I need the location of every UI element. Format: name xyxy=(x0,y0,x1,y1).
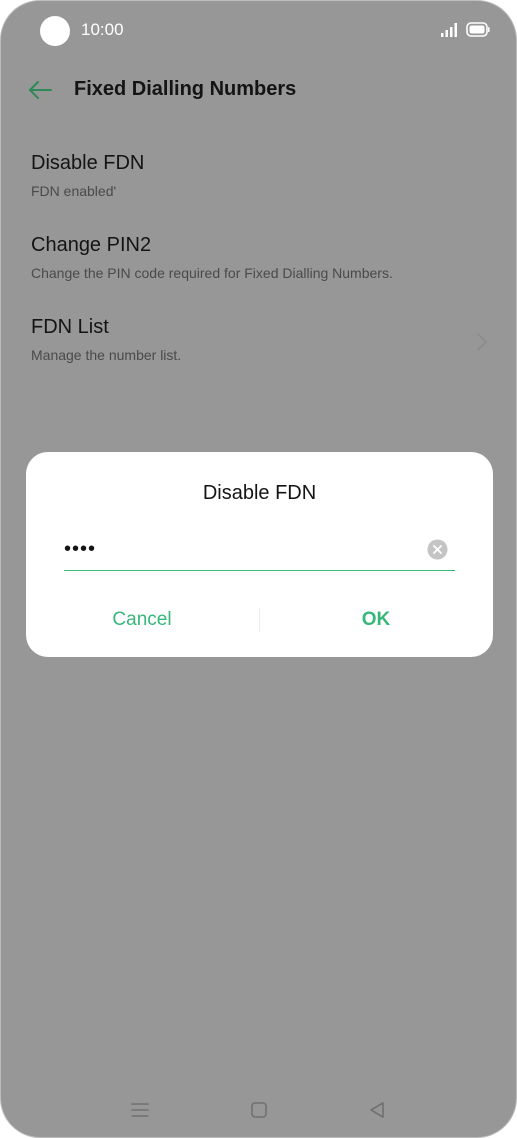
pin2-input[interactable] xyxy=(64,534,414,564)
menu-icon[interactable] xyxy=(129,1101,151,1119)
item-sublabel: FDN enabled' xyxy=(31,183,117,199)
cancel-button[interactable]: Cancel xyxy=(72,609,212,631)
phone-screen: 10:00 Fixed Dialling Numbers Disable FDN… xyxy=(0,0,517,1138)
signal-icon xyxy=(441,23,457,37)
input-underline xyxy=(64,570,455,571)
item-label: Disable FDN xyxy=(31,152,145,174)
clear-icon[interactable] xyxy=(427,539,448,560)
status-bar: 10:00 xyxy=(1,1,516,59)
back-icon[interactable] xyxy=(367,1100,387,1120)
navigation-bar xyxy=(1,1095,516,1127)
page-title: Fixed Dialling Numbers xyxy=(74,78,297,100)
button-divider xyxy=(259,608,260,632)
camera-cutout xyxy=(40,16,70,46)
status-time: 10:00 xyxy=(81,20,124,39)
disable-fdn-dialog: Disable FDN Cancel OK xyxy=(26,452,493,657)
dialog-title: Disable FDN xyxy=(202,482,317,504)
item-label: FDN List xyxy=(31,316,109,338)
home-icon[interactable] xyxy=(249,1100,269,1120)
toolbar: Fixed Dialling Numbers xyxy=(1,63,516,117)
battery-icon xyxy=(466,22,490,37)
chevron-right-icon xyxy=(477,333,487,351)
ok-button[interactable]: OK xyxy=(306,609,446,631)
fdn-list-item[interactable]: FDN List Manage the number list. xyxy=(1,316,516,386)
item-label: Change PIN2 xyxy=(31,234,152,256)
arrow-left-icon[interactable] xyxy=(27,80,53,100)
disable-fdn-item[interactable]: Disable FDN FDN enabled' xyxy=(1,152,516,222)
change-pin2-item[interactable]: Change PIN2 Change the PIN code required… xyxy=(1,234,516,304)
item-sublabel: Change the PIN code required for Fixed D… xyxy=(31,265,393,281)
item-sublabel: Manage the number list. xyxy=(31,347,182,363)
